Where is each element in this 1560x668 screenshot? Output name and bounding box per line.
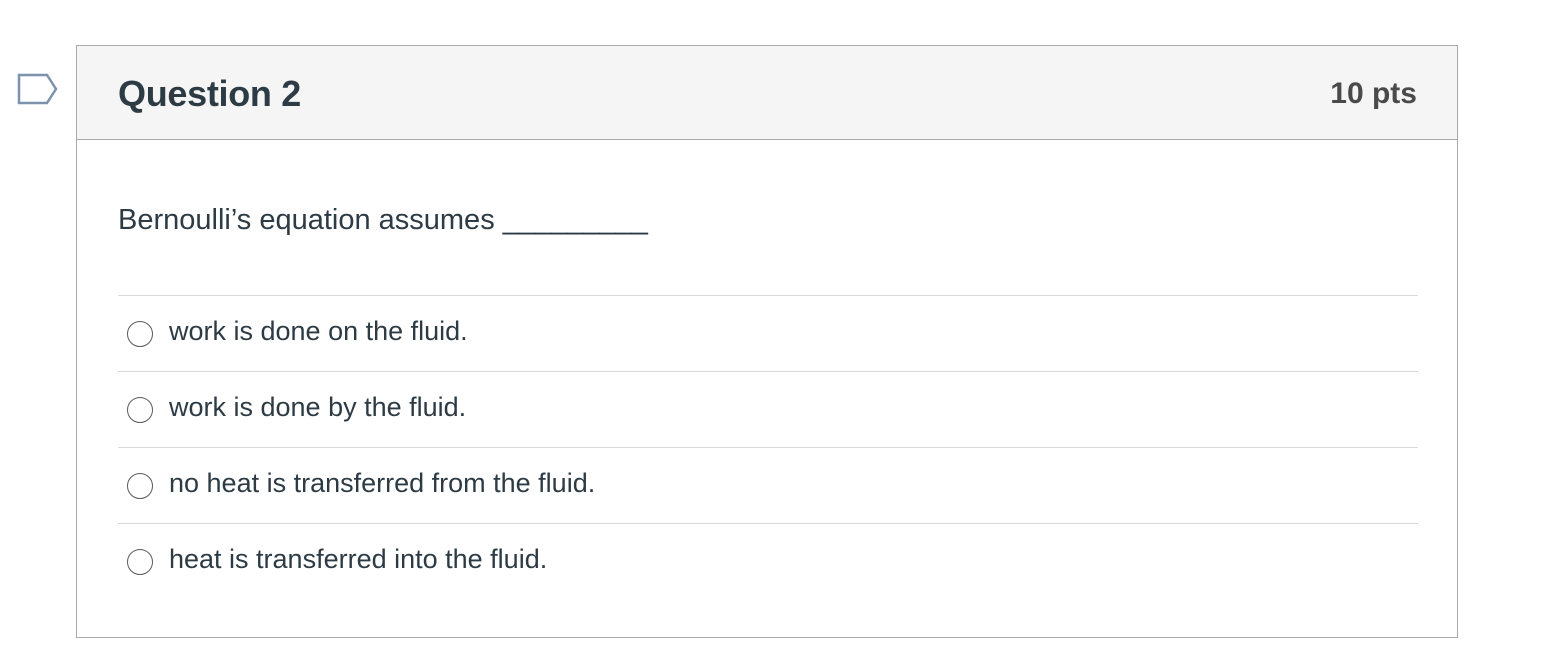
answer-option[interactable]: heat is transferred into the fluid.: [118, 523, 1418, 599]
question-title: Question 2: [118, 73, 302, 114]
radio-button[interactable]: [127, 473, 153, 499]
answer-option[interactable]: work is done by the fluid.: [118, 371, 1418, 447]
answer-label[interactable]: heat is transferred into the fluid.: [169, 544, 547, 575]
answer-list: work is done on the fluid. work is done …: [118, 295, 1418, 599]
radio-button[interactable]: [127, 549, 153, 575]
question-points: 10 pts: [1330, 77, 1417, 110]
answer-option[interactable]: work is done on the fluid.: [118, 295, 1418, 371]
flag-question-icon[interactable]: [17, 73, 59, 107]
answer-label[interactable]: no heat is transferred from the fluid.: [169, 468, 595, 499]
question-text: Bernoulli’s equation assumes _________: [118, 204, 648, 236]
radio-button[interactable]: [127, 397, 153, 423]
answer-option[interactable]: no heat is transferred from the fluid.: [118, 447, 1418, 523]
question-card: Question 2 10 pts Bernoulli’s equation a…: [76, 45, 1458, 638]
question-header: Question 2 10 pts: [77, 46, 1457, 140]
answer-label[interactable]: work is done on the fluid.: [169, 316, 468, 347]
bookmark-flag-icon: [17, 73, 58, 105]
answer-label[interactable]: work is done by the fluid.: [169, 392, 466, 423]
radio-button[interactable]: [127, 321, 153, 347]
